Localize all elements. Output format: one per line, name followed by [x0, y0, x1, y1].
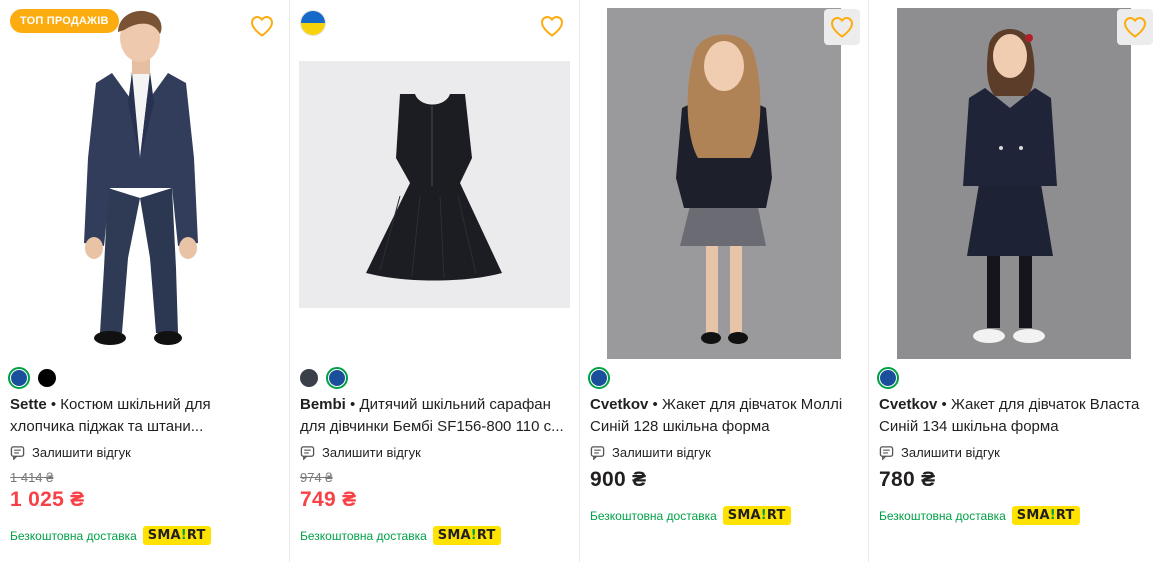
smart-logo-icon: SMA! RT [432, 526, 501, 545]
favorite-heart-icon[interactable] [1117, 9, 1153, 45]
free-delivery-label: Безкоштовна доставка [590, 508, 717, 523]
color-swatch[interactable] [326, 367, 348, 389]
leave-review-link[interactable]: Залишити відгук [10, 445, 131, 460]
comment-icon [300, 446, 315, 460]
product-title-link[interactable]: Bembi • Дитячий шкільний сарафан для дів… [300, 394, 567, 438]
color-swatches [8, 367, 58, 389]
smart-logo-icon: SMA! RT [142, 526, 211, 545]
leave-review-label: Залишити відгук [901, 445, 1000, 460]
product-image[interactable] [580, 8, 868, 360]
product-image[interactable] [0, 8, 289, 360]
product-card: Cvetkov • Жакет для дівчаток Моллі Синій… [580, 0, 869, 562]
leave-review-label: Залишити відгук [32, 445, 131, 460]
comment-icon [590, 446, 605, 460]
leave-review-link[interactable]: Залишити відгук [590, 445, 711, 460]
comment-icon [10, 446, 25, 460]
product-title-link[interactable]: Cvetkov • Жакет для дівчаток Власта Сині… [879, 394, 1149, 438]
current-price: 749 ₴ [300, 488, 357, 511]
favorite-heart-icon[interactable] [539, 13, 565, 39]
leave-review-link[interactable]: Залишити відгук [300, 445, 421, 460]
product-card: ТОП ПРОДАЖІВ Sette • Костюм шкільний для… [0, 0, 290, 562]
product-image[interactable] [290, 8, 579, 360]
color-swatches [588, 367, 610, 389]
brand-name: Cvetkov [590, 396, 649, 413]
current-price: 780 ₴ [879, 468, 936, 491]
color-swatch[interactable] [298, 367, 320, 389]
favorite-heart-icon[interactable] [249, 13, 275, 39]
color-swatches [877, 367, 899, 389]
leave-review-label: Залишити відгук [612, 445, 711, 460]
product-title-link[interactable]: Sette • Костюм шкільний для хлопчика під… [10, 394, 277, 438]
old-price: 1 414 ₴ [10, 470, 54, 485]
color-swatch[interactable] [36, 367, 58, 389]
product-grid: ТОП ПРОДАЖІВ Sette • Костюм шкільний для… [0, 0, 1161, 562]
current-price: 900 ₴ [590, 468, 647, 491]
product-card: Cvetkov • Жакет для дівчаток Власта Сині… [869, 0, 1161, 562]
free-delivery: Безкоштовна доставка SMA! RT [10, 526, 211, 545]
free-delivery-label: Безкоштовна доставка [300, 528, 427, 543]
free-delivery-label: Безкоштовна доставка [879, 508, 1006, 523]
product-card: Bembi • Дитячий шкільний сарафан для дів… [290, 0, 580, 562]
favorite-heart-icon[interactable] [824, 9, 860, 45]
ukraine-flag-icon [300, 10, 326, 36]
leave-review-label: Залишити відгук [322, 445, 421, 460]
top-sales-badge: ТОП ПРОДАЖІВ [10, 9, 119, 33]
color-swatch[interactable] [588, 367, 610, 389]
leave-review-link[interactable]: Залишити відгук [879, 445, 1000, 460]
brand-name: Bembi [300, 396, 346, 413]
brand-name: Cvetkov [879, 396, 938, 413]
color-swatch[interactable] [8, 367, 30, 389]
smart-logo-icon: SMA! RT [722, 506, 791, 525]
free-delivery: Безкоштовна доставка SMA! RT [590, 506, 791, 525]
product-title-link[interactable]: Cvetkov • Жакет для дівчаток Моллі Синій… [590, 394, 856, 438]
comment-icon [879, 446, 894, 460]
free-delivery: Безкоштовна доставка SMA! RT [300, 526, 501, 545]
current-price: 1 025 ₴ [10, 488, 85, 511]
free-delivery: Безкоштовна доставка SMA! RT [879, 506, 1080, 525]
free-delivery-label: Безкоштовна доставка [10, 528, 137, 543]
color-swatch[interactable] [877, 367, 899, 389]
product-image[interactable] [869, 8, 1161, 360]
smart-logo-icon: SMA! RT [1011, 506, 1080, 525]
color-swatches [298, 367, 348, 389]
old-price: 974 ₴ [300, 470, 333, 485]
brand-name: Sette [10, 396, 47, 413]
